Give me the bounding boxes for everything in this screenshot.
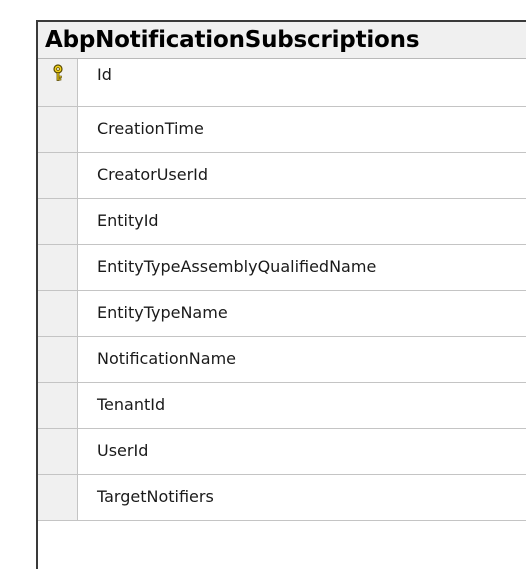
row-selector[interactable] [38,153,78,198]
column-name: Id [97,65,112,84]
table-title: AbpNotificationSubscriptions [45,27,420,53]
column-name: CreationTime [97,119,204,138]
table-designer-box[interactable]: AbpNotificationSubscriptions Id Creation… [36,20,526,569]
column-name: UserId [97,441,149,460]
row-selector[interactable] [38,429,78,474]
column-name: EntityTypeAssemblyQualifiedName [97,257,377,276]
column-row-notificationname[interactable]: NotificationName [38,337,526,383]
column-name: CreatorUserId [97,165,209,184]
primary-key-icon [52,64,63,81]
column-list: Id CreationTime CreatorUserId EntityId E… [38,59,526,521]
column-row-creatoruserid[interactable]: CreatorUserId [38,153,526,199]
row-selector[interactable] [38,59,78,106]
row-selector[interactable] [38,245,78,290]
column-row-targetnotifiers[interactable]: TargetNotifiers [38,475,526,521]
column-row-userid[interactable]: UserId [38,429,526,475]
column-row-entityid[interactable]: EntityId [38,199,526,245]
column-row-creationtime[interactable]: CreationTime [38,107,526,153]
empty-table-area [38,521,526,569]
row-selector[interactable] [38,291,78,336]
column-name: NotificationName [97,349,237,368]
column-name: TenantId [97,395,166,414]
row-selector[interactable] [38,475,78,520]
column-row-tenantid[interactable]: TenantId [38,383,526,429]
table-title-bar[interactable]: AbpNotificationSubscriptions [38,22,526,59]
row-selector[interactable] [38,337,78,382]
column-name: EntityId [97,211,159,230]
column-name: EntityTypeName [97,303,228,322]
row-selector[interactable] [38,199,78,244]
row-selector[interactable] [38,383,78,428]
diagram-canvas: AbpNotificationSubscriptions Id Creation… [0,0,526,569]
column-row-entitytypeassemblyqualifiedname[interactable]: EntityTypeAssemblyQualifiedName [38,245,526,291]
column-row-entitytypename[interactable]: EntityTypeName [38,291,526,337]
column-name: TargetNotifiers [97,487,214,506]
column-row-id[interactable]: Id [38,59,526,107]
row-selector[interactable] [38,107,78,152]
